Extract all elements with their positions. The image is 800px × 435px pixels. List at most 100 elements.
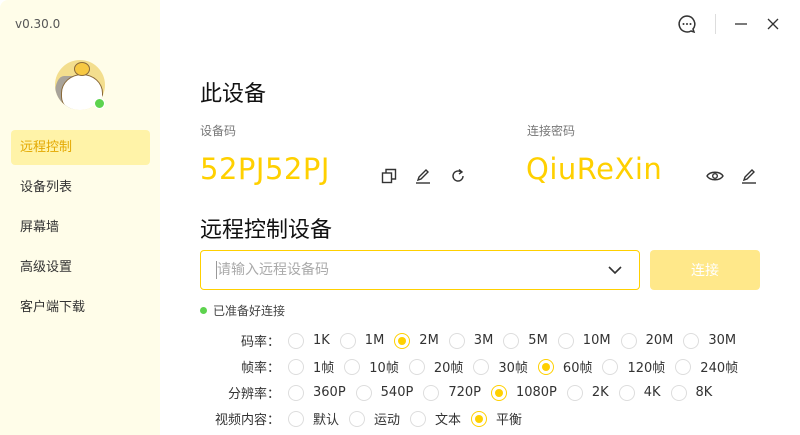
option-label: 20帧 [433,361,464,376]
remote-control-title: 远程控制设备 [200,218,333,243]
close-icon[interactable] [766,17,780,31]
bitrate-option[interactable]: 1M [339,332,384,349]
content-option[interactable]: 文本 [410,409,461,428]
radio-button[interactable] [344,358,361,375]
radio-button[interactable] [675,358,692,375]
option-label: 30M [708,333,737,348]
sidebar-item[interactable]: 远程控制 [11,130,150,165]
option-label: 540P [380,385,414,400]
sidebar-nav: 远程控制设备列表屏幕墙高级设置客户端下载 [11,130,150,330]
option-label: 720P [448,385,481,400]
bitrate-option[interactable]: 5M [503,332,548,349]
option-label: 240帧 [700,361,739,376]
radio-button[interactable] [670,384,687,401]
sidebar-item[interactable]: 高级设置 [11,250,150,285]
framerate-option[interactable]: 1帧 [288,357,334,376]
option-label: 文本 [435,413,462,428]
radio-button[interactable] [339,332,356,349]
sidebar: v0.30.0 远程控制 设备列表 屏幕墙 高级设置 客户端下载 [0,0,160,435]
radio-button[interactable] [288,358,304,375]
content-option[interactable]: 运动 [349,409,400,428]
option-label: 8K [695,385,713,400]
resolution-option[interactable]: 8K [670,384,713,401]
remote-code-combobox[interactable] [200,250,640,290]
radio-button[interactable] [448,332,465,349]
bitrate-option[interactable]: 30M [683,332,737,349]
this-device-title: 此设备 [200,82,267,107]
option-label: 60帧 [562,361,593,376]
radio-button[interactable] [683,332,700,349]
option-label: 120帧 [627,361,666,376]
radio-button[interactable] [288,410,304,427]
bitrate-row: 码率： 1K 1M 2M 3M 5M 10M 20M 30M [200,331,746,350]
option-label: 1K [313,333,330,348]
option-label: 平衡 [496,413,523,428]
sidebar-item[interactable]: 屏幕墙 [11,210,150,245]
bitrate-label: 码率： [240,335,280,350]
framerate-option[interactable]: 10帧 [344,357,399,376]
bitrate-option[interactable]: 1K [288,332,330,349]
framerate-option[interactable]: 30帧 [473,357,528,376]
resolution-option[interactable]: 2K [566,384,609,401]
radio-button[interactable] [394,332,411,349]
resolution-option[interactable]: 360P [288,384,346,401]
radio-button[interactable] [473,358,490,375]
chevron-down-icon[interactable] [607,263,623,277]
resolution-option[interactable]: 720P [423,384,481,401]
framerate-label: 帧率： [240,361,280,376]
radio-button[interactable] [503,332,520,349]
radio-button[interactable] [557,332,574,349]
feedback-chat-icon[interactable] [677,14,697,34]
radio-button[interactable] [620,332,637,349]
device-code-label: 设备码 [200,124,237,138]
radio-button[interactable] [490,384,507,401]
framerate-option[interactable]: 120帧 [602,357,665,376]
window-controls [677,14,780,34]
option-label: 4K [643,385,661,400]
framerate-option[interactable]: 240帧 [675,357,738,376]
option-label: 默认 [313,413,340,428]
minimize-icon[interactable] [734,17,748,31]
radio-button[interactable] [288,332,304,349]
bitrate-option[interactable]: 2M [394,332,439,349]
connect-button[interactable]: 连接 [650,250,760,290]
radio-button[interactable] [566,384,583,401]
option-label: 10帧 [369,361,399,376]
framerate-option[interactable]: 20帧 [408,357,464,376]
edit-password-icon[interactable] [741,168,757,184]
radio-button[interactable] [618,384,635,401]
radio-button[interactable] [408,358,425,375]
option-label: 360P [313,385,346,400]
sidebar-item[interactable]: 设备列表 [11,170,150,205]
radio-button[interactable] [471,410,488,427]
edit-icon[interactable] [415,168,431,184]
remote-code-input[interactable] [216,261,606,279]
resolution-option[interactable]: 1080P [490,384,557,401]
eye-icon[interactable] [706,168,724,184]
bitrate-option[interactable]: 20M [620,332,673,349]
content-option[interactable]: 默认 [288,409,339,428]
framerate-option[interactable]: 60帧 [537,357,593,376]
resolution-option[interactable]: 4K [618,384,661,401]
radio-button[interactable] [349,410,366,427]
sidebar-item[interactable]: 客户端下载 [11,290,150,325]
copy-icon[interactable] [381,168,397,184]
online-status-dot [94,98,105,109]
radio-button[interactable] [537,358,554,375]
radio-button[interactable] [423,384,440,401]
bitrate-option[interactable]: 3M [448,332,493,349]
radio-button[interactable] [602,358,619,375]
resolution-option[interactable]: 540P [355,384,414,401]
status-text: 已准备好连接 [213,304,286,318]
connection-password: QiuReXin [526,152,663,186]
radio-button[interactable] [288,384,304,401]
divider [715,14,716,34]
bitrate-option[interactable]: 10M [557,332,611,349]
radio-button[interactable] [410,410,427,427]
radio-button[interactable] [355,384,372,401]
connection-status: 已准备好连接 [200,302,285,319]
refresh-icon[interactable] [450,168,466,184]
content-option[interactable]: 平衡 [471,409,522,428]
status-dot [200,307,207,314]
password-label: 连接密码 [527,124,576,138]
